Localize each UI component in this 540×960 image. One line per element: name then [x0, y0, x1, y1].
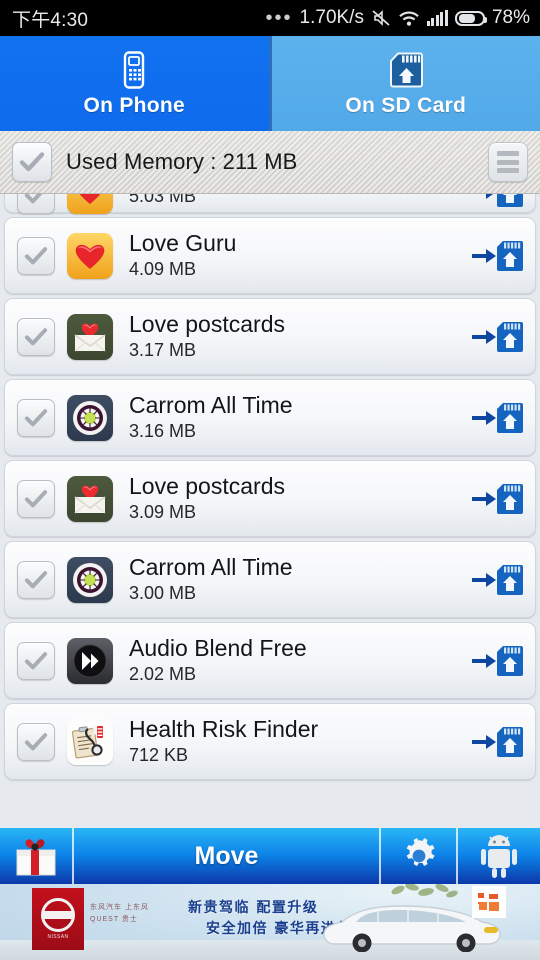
bottom-action-bar: Move [0, 828, 540, 884]
app-size: 5.03 MB [129, 194, 197, 206]
app-checkbox[interactable] [17, 236, 55, 275]
app-name: Health Risk Finder [129, 716, 319, 743]
move-to-sd-icon[interactable] [469, 321, 525, 353]
app-meta: Love postcards 3.09 MB [129, 473, 469, 524]
nissan-logo-icon: NISSAN [32, 888, 84, 950]
gear-icon[interactable] [381, 828, 456, 884]
used-memory-label: Used Memory : 211 MB [66, 149, 298, 174]
list-sort-icon[interactable] [488, 142, 528, 182]
app-name: Love postcards [129, 311, 285, 338]
android-robot-icon[interactable] [458, 828, 540, 884]
move-to-sd-icon[interactable] [469, 645, 525, 677]
ad-content: NISSAN 东风汽车 上东风 QUEST 贵士 新贵驾临 配置升级 安全加倍 … [28, 884, 512, 960]
gift-box-icon[interactable] [0, 828, 72, 884]
heart-yellow-icon [67, 194, 113, 214]
status-icons: ••• 1.70K/s 78% [266, 7, 530, 29]
sd-card-icon [389, 50, 423, 90]
ad-network-badge-icon[interactable] [472, 886, 506, 918]
app-size: 2.02 MB [129, 663, 197, 684]
check-icon [19, 152, 45, 172]
phone-icon [119, 50, 149, 90]
app-size: 3.17 MB [129, 339, 197, 360]
app-meta: Love postcards 3.17 MB [129, 311, 469, 362]
ad-banner[interactable]: NISSAN 东风汽车 上东风 QUEST 贵士 新贵驾临 配置升级 安全加倍 … [0, 884, 540, 960]
move-to-sd-icon[interactable] [469, 240, 525, 272]
network-speed-label: 1.70K/s [299, 7, 364, 28]
tab-on-phone-label: On Phone [83, 93, 186, 117]
app-size: 712 KB [129, 744, 189, 765]
app-checkbox[interactable] [17, 641, 55, 680]
app-checkbox[interactable] [17, 398, 55, 437]
move-to-sd-icon[interactable] [469, 402, 525, 434]
list-item[interactable]: Carrom All Time 3.00 MB [4, 541, 536, 618]
clipboard-stethoscope-icon [67, 718, 113, 765]
envelope-heart-olive-icon [67, 475, 113, 522]
tab-on-sd-card-label: On SD Card [345, 93, 467, 117]
ad-brand-subtext: 东风汽车 上东风 QUEST 贵士 [90, 904, 149, 923]
battery-percent-label: 78% [491, 7, 530, 28]
app-checkbox[interactable] [17, 194, 55, 214]
app-size: 4.09 MB [129, 258, 197, 279]
app-checkbox[interactable] [17, 317, 55, 356]
status-clock: 下午4:30 [12, 9, 89, 31]
select-all-checkbox[interactable] [12, 142, 52, 182]
app-size: 3.16 MB [129, 420, 197, 441]
app-checkbox[interactable] [17, 560, 55, 599]
app-meta: Carrom All Time 3.16 MB [129, 392, 469, 443]
mute-icon [371, 9, 391, 27]
audio-play-icon [67, 637, 113, 684]
app-meta: Carrom All Time 3.00 MB [129, 554, 469, 605]
carrom-board-icon [67, 556, 113, 603]
app-name: Audio Blend Free [129, 635, 307, 662]
app-name: Love Guru [129, 230, 237, 257]
app-checkbox[interactable] [17, 722, 55, 761]
battery-icon [454, 10, 487, 26]
app-meta: Health Risk Finder 712 KB [129, 716, 469, 767]
move-to-sd-icon[interactable] [469, 483, 525, 515]
list-item[interactable]: 5.03 MB [4, 194, 536, 214]
used-memory-header: Used Memory : 211 MB [0, 131, 540, 194]
move-to-sd-icon[interactable] [469, 564, 525, 596]
tab-on-sd-card[interactable]: On SD Card [271, 36, 540, 131]
heart-yellow-icon [67, 232, 113, 279]
app-meta: Love Guru 4.09 MB [129, 230, 469, 281]
ad-brand-label: NISSAN [47, 934, 69, 940]
list-item[interactable]: Love Guru 4.09 MB [4, 217, 536, 294]
wifi-icon [398, 10, 420, 27]
app-meta: 5.03 MB [129, 194, 469, 208]
app-name: Carrom All Time [129, 392, 293, 419]
app-size: 3.09 MB [129, 501, 197, 522]
move-to-sd-icon[interactable] [469, 726, 525, 758]
list-item[interactable]: Audio Blend Free 2.02 MB [4, 622, 536, 699]
app-checkbox[interactable] [17, 479, 55, 518]
overflow-dots-icon: ••• [265, 7, 293, 29]
list-item[interactable]: Love postcards 3.09 MB [4, 460, 536, 537]
app-meta: Audio Blend Free 2.02 MB [129, 635, 469, 686]
list-item[interactable]: Carrom All Time 3.16 MB [4, 379, 536, 456]
signal-bars-icon [426, 9, 448, 26]
envelope-heart-olive-icon [67, 313, 113, 360]
list-item[interactable]: Health Risk Finder 712 KB [4, 703, 536, 780]
app-size: 3.00 MB [129, 582, 197, 603]
app-name: Love postcards [129, 473, 285, 500]
tab-on-phone[interactable]: On Phone [0, 36, 269, 131]
carrom-board-icon [67, 394, 113, 441]
app-name: Carrom All Time [129, 554, 293, 581]
app-list[interactable]: 5.03 MB Love Guru 4.09 MB Love postcards… [0, 194, 540, 828]
move-button[interactable]: Move [74, 828, 379, 884]
storage-tabs: On Phone On SD Card [0, 36, 540, 131]
list-item[interactable]: Love postcards 3.17 MB [4, 298, 536, 375]
status-bar: 下午4:30 ••• 1.70K/s 78% [0, 0, 540, 36]
move-to-sd-icon[interactable] [469, 194, 525, 208]
move-button-label: Move [194, 841, 259, 870]
